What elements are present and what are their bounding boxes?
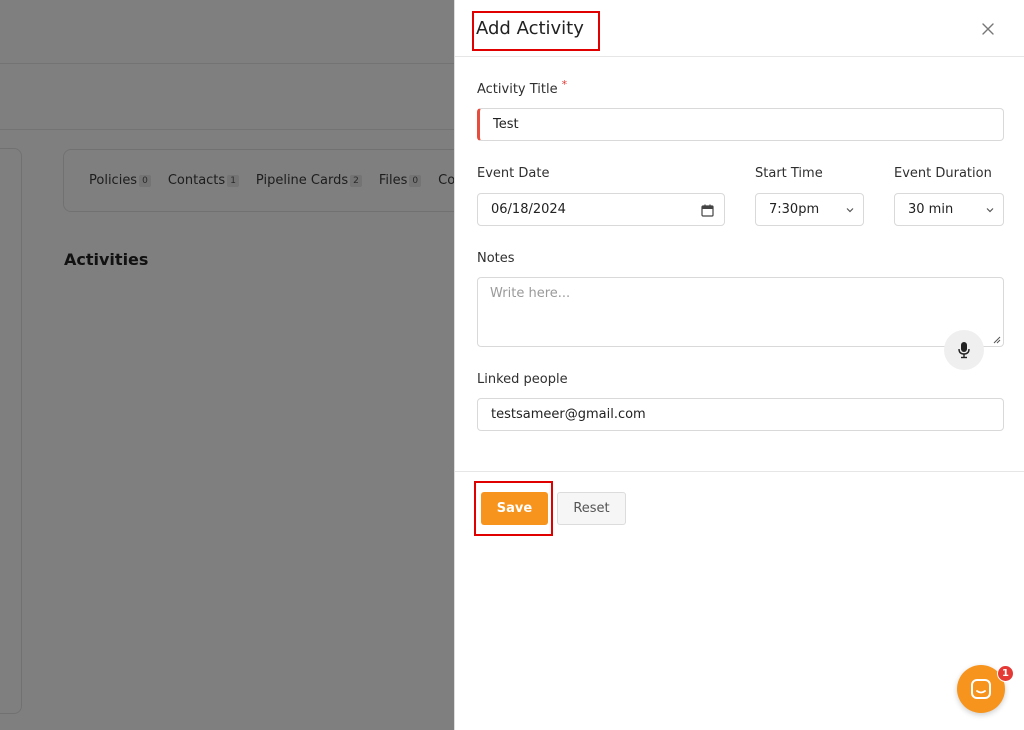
footer-divider — [455, 471, 1024, 472]
microphone-icon[interactable] — [944, 330, 984, 370]
start-time-value: 7:30pm — [769, 202, 820, 217]
chat-badge: 1 — [997, 665, 1014, 682]
linked-people-input[interactable]: testsameer@gmail.com — [477, 398, 1004, 431]
event-duration-select[interactable]: 30 min — [894, 193, 1004, 226]
drawer-header: Add Activity — [455, 0, 1024, 57]
resize-handle-icon[interactable] — [993, 336, 1001, 344]
chevron-down-icon — [986, 208, 994, 213]
notes-placeholder: Write here... — [490, 286, 571, 301]
activity-title-input[interactable]: Test — [477, 108, 1004, 141]
activity-title-label: Activity Title * — [477, 78, 567, 97]
event-date-value: 06/18/2024 — [491, 202, 566, 217]
notes-label: Notes — [477, 251, 515, 266]
linked-people-label: Linked people — [477, 372, 568, 387]
event-duration-label: Event Duration — [894, 166, 992, 181]
activity-title-label-text: Activity Title — [477, 82, 558, 97]
event-date-input[interactable]: 06/18/2024 — [477, 193, 725, 226]
close-icon[interactable] — [980, 21, 996, 37]
calendar-icon[interactable] — [701, 204, 714, 217]
start-time-label: Start Time — [755, 166, 823, 181]
save-highlight-box — [474, 481, 553, 536]
linked-people-value: testsameer@gmail.com — [491, 407, 646, 422]
event-duration-value: 30 min — [908, 202, 954, 217]
title-highlight-box — [472, 11, 600, 51]
event-date-label: Event Date — [477, 166, 550, 181]
notes-textarea[interactable]: Write here... — [477, 277, 1004, 347]
start-time-select[interactable]: 7:30pm — [755, 193, 864, 226]
activity-title-value: Test — [493, 117, 519, 132]
reset-button[interactable]: Reset — [557, 492, 626, 525]
chevron-down-icon — [846, 208, 854, 213]
required-mark: * — [561, 78, 568, 91]
add-activity-drawer: Add Activity Activity Title * Test Event … — [454, 0, 1024, 730]
